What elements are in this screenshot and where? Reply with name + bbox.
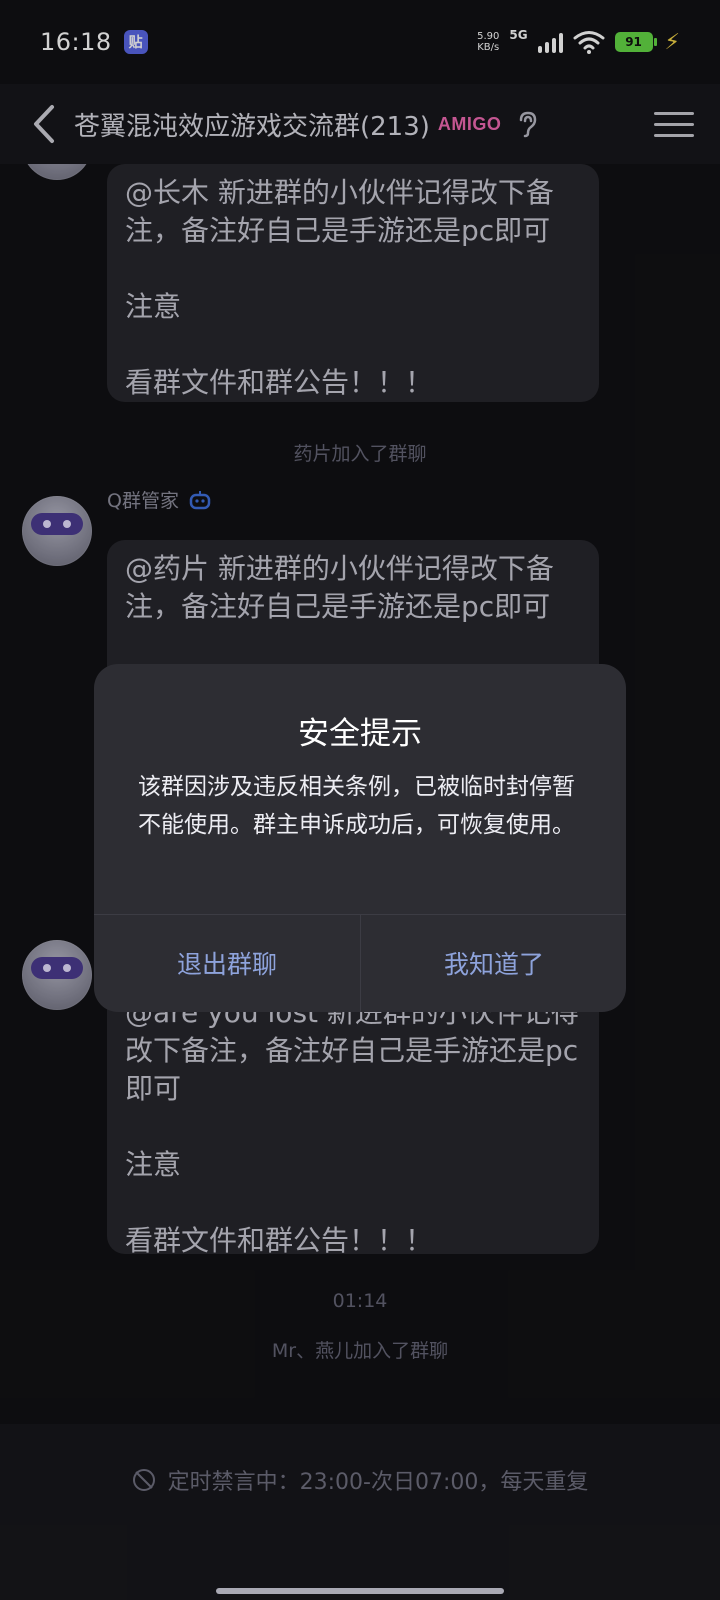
chat-screen: 16:18 贴 5.90 KB/s 5G 91 ⚡ 苍翼混沌效应游戏交流群(21… xyxy=(0,0,720,1600)
acknowledge-button[interactable]: 我知道了 xyxy=(361,914,626,1012)
home-indicator[interactable] xyxy=(216,1588,504,1594)
exit-group-button[interactable]: 退出群聊 xyxy=(94,914,360,1012)
dialog-message: 该群因涉及违反相关条例，已被临时封停暂不能使用。群主申诉成功后，可恢复使用。 xyxy=(138,774,575,838)
dialog-title: 安全提示 xyxy=(298,716,422,752)
security-dialog: 安全提示 该群因涉及违反相关条例，已被临时封停暂不能使用。群主申诉成功后，可恢复… xyxy=(94,664,626,1012)
